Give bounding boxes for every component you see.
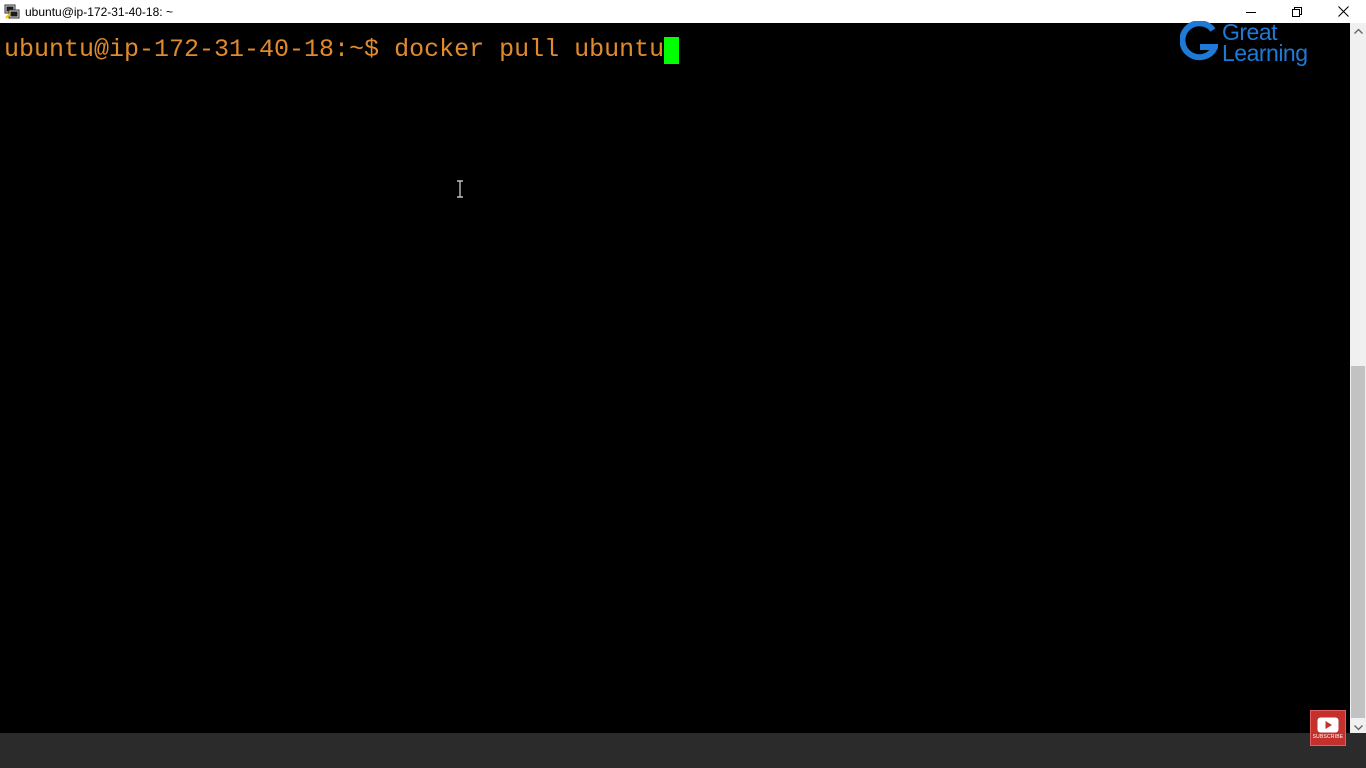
ibeam-cursor-icon bbox=[457, 180, 463, 198]
scroll-thumb[interactable] bbox=[1351, 366, 1365, 718]
chevron-down-icon bbox=[1353, 725, 1363, 731]
terminal-window: ubuntu@ip-172-31-40-18: ~ ubuntu@ip-172-… bbox=[0, 0, 1366, 768]
terminal-area[interactable]: ubuntu@ip-172-31-40-18:~$ docker pull ub… bbox=[0, 23, 1350, 733]
putty-icon[interactable] bbox=[3, 3, 21, 21]
command-text: docker pull ubuntu bbox=[394, 35, 665, 64]
text-cursor bbox=[664, 36, 680, 64]
logo-text: Great Learning bbox=[1222, 21, 1308, 66]
logo-line-2: Learning bbox=[1222, 40, 1308, 66]
subscribe-badge[interactable]: SUBSCRIBE bbox=[1310, 710, 1346, 746]
terminal-line: ubuntu@ip-172-31-40-18:~$ docker pull ub… bbox=[4, 33, 680, 67]
scroll-up-arrow[interactable] bbox=[1350, 24, 1366, 38]
bottom-bar bbox=[0, 733, 1366, 768]
close-icon bbox=[1337, 6, 1349, 17]
great-learning-g-icon bbox=[1180, 21, 1218, 61]
chevron-up-icon bbox=[1353, 28, 1363, 34]
minimize-icon bbox=[1246, 11, 1256, 13]
great-learning-logo: Great Learning bbox=[1180, 18, 1340, 68]
window-title: ubuntu@ip-172-31-40-18: ~ bbox=[25, 4, 173, 19]
subscribe-label: SUBSCRIBE bbox=[1312, 733, 1344, 740]
title-bar[interactable]: ubuntu@ip-172-31-40-18: ~ bbox=[0, 0, 1366, 23]
vertical-scrollbar[interactable] bbox=[1350, 23, 1366, 735]
shell-prompt: ubuntu@ip-172-31-40-18:~$ bbox=[4, 35, 395, 64]
play-icon bbox=[1317, 717, 1339, 732]
restore-icon bbox=[1292, 6, 1302, 17]
